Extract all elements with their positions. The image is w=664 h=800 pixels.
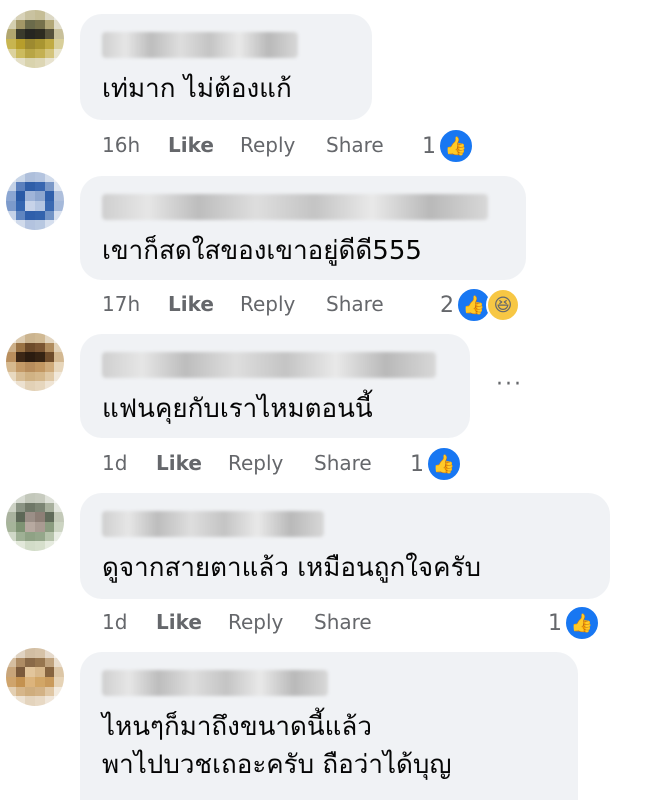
like-icon: 👍: [564, 605, 600, 641]
comment-text: เขาก็สดใสของเขาอยู่ดีดี555: [102, 236, 422, 266]
reaction-summary[interactable]: 1 👍: [410, 446, 462, 482]
avatar[interactable]: [6, 493, 64, 551]
comment-bubble: เขาก็สดใสของเขาอยู่ดีดี555: [80, 176, 526, 280]
reaction-count: 1: [422, 133, 436, 159]
like-button[interactable]: Like: [168, 292, 240, 316]
reaction-summary[interactable]: 1 👍: [548, 605, 600, 641]
reaction-count: 1: [410, 451, 424, 477]
like-icon: 👍: [438, 128, 474, 164]
comment-text: แฟนคุยกับเราไหมตอนนี้: [102, 394, 373, 424]
like-icon: 👍: [426, 446, 462, 482]
comment-text: ไหนๆก็มาถึงขนาดนี้แล้ว พาไปบวชเถอะครับ ถ…: [102, 712, 452, 780]
reaction-summary[interactable]: 1 👍: [422, 128, 474, 164]
timestamp[interactable]: 1d: [102, 610, 156, 634]
share-button[interactable]: Share: [326, 133, 384, 157]
reaction-summary[interactable]: 2 👍 😆: [440, 287, 520, 323]
like-button[interactable]: Like: [168, 133, 240, 157]
author-name-blurred[interactable]: [102, 352, 436, 378]
author-name-blurred[interactable]: [102, 670, 328, 696]
timestamp[interactable]: 17h: [102, 292, 168, 316]
avatar[interactable]: [6, 172, 64, 230]
comment-actions: 1d Like Reply Share: [102, 451, 372, 475]
comment-bubble: ดูจากสายตาแล้ว เหมือนถูกใจครับ: [80, 493, 610, 599]
haha-icon: 😆: [486, 288, 520, 322]
comment-text: เท่มาก ไม่ต้องแก้: [102, 74, 292, 104]
comment-bubble: แฟนคุยกับเราไหมตอนนี้: [80, 334, 470, 438]
comment-bubble: เท่มาก ไม่ต้องแก้: [80, 14, 372, 120]
reply-button[interactable]: Reply: [228, 610, 314, 634]
share-button[interactable]: Share: [314, 451, 372, 475]
timestamp[interactable]: 16h: [102, 133, 168, 157]
avatar[interactable]: [6, 10, 64, 68]
reply-button[interactable]: Reply: [240, 292, 326, 316]
reaction-count: 1: [548, 610, 562, 636]
reaction-count: 2: [440, 292, 454, 318]
author-name-blurred[interactable]: [102, 32, 298, 58]
more-options-icon[interactable]: ···: [496, 372, 523, 397]
like-button[interactable]: Like: [156, 610, 228, 634]
comment-actions: 16h Like Reply Share: [102, 133, 384, 157]
comment-actions: 1d Like Reply Share: [102, 610, 372, 634]
reply-button[interactable]: Reply: [228, 451, 314, 475]
reply-button[interactable]: Reply: [240, 133, 326, 157]
author-name-blurred[interactable]: [102, 511, 324, 537]
avatar[interactable]: [6, 333, 64, 391]
comment-text: ดูจากสายตาแล้ว เหมือนถูกใจครับ: [102, 553, 482, 583]
timestamp[interactable]: 1d: [102, 451, 156, 475]
author-name-blurred[interactable]: [102, 194, 488, 220]
share-button[interactable]: Share: [314, 610, 372, 634]
avatar[interactable]: [6, 648, 64, 706]
like-button[interactable]: Like: [156, 451, 228, 475]
comment-bubble: ไหนๆก็มาถึงขนาดนี้แล้ว พาไปบวชเถอะครับ ถ…: [80, 652, 578, 800]
comment-actions: 17h Like Reply Share: [102, 292, 384, 316]
share-button[interactable]: Share: [326, 292, 384, 316]
